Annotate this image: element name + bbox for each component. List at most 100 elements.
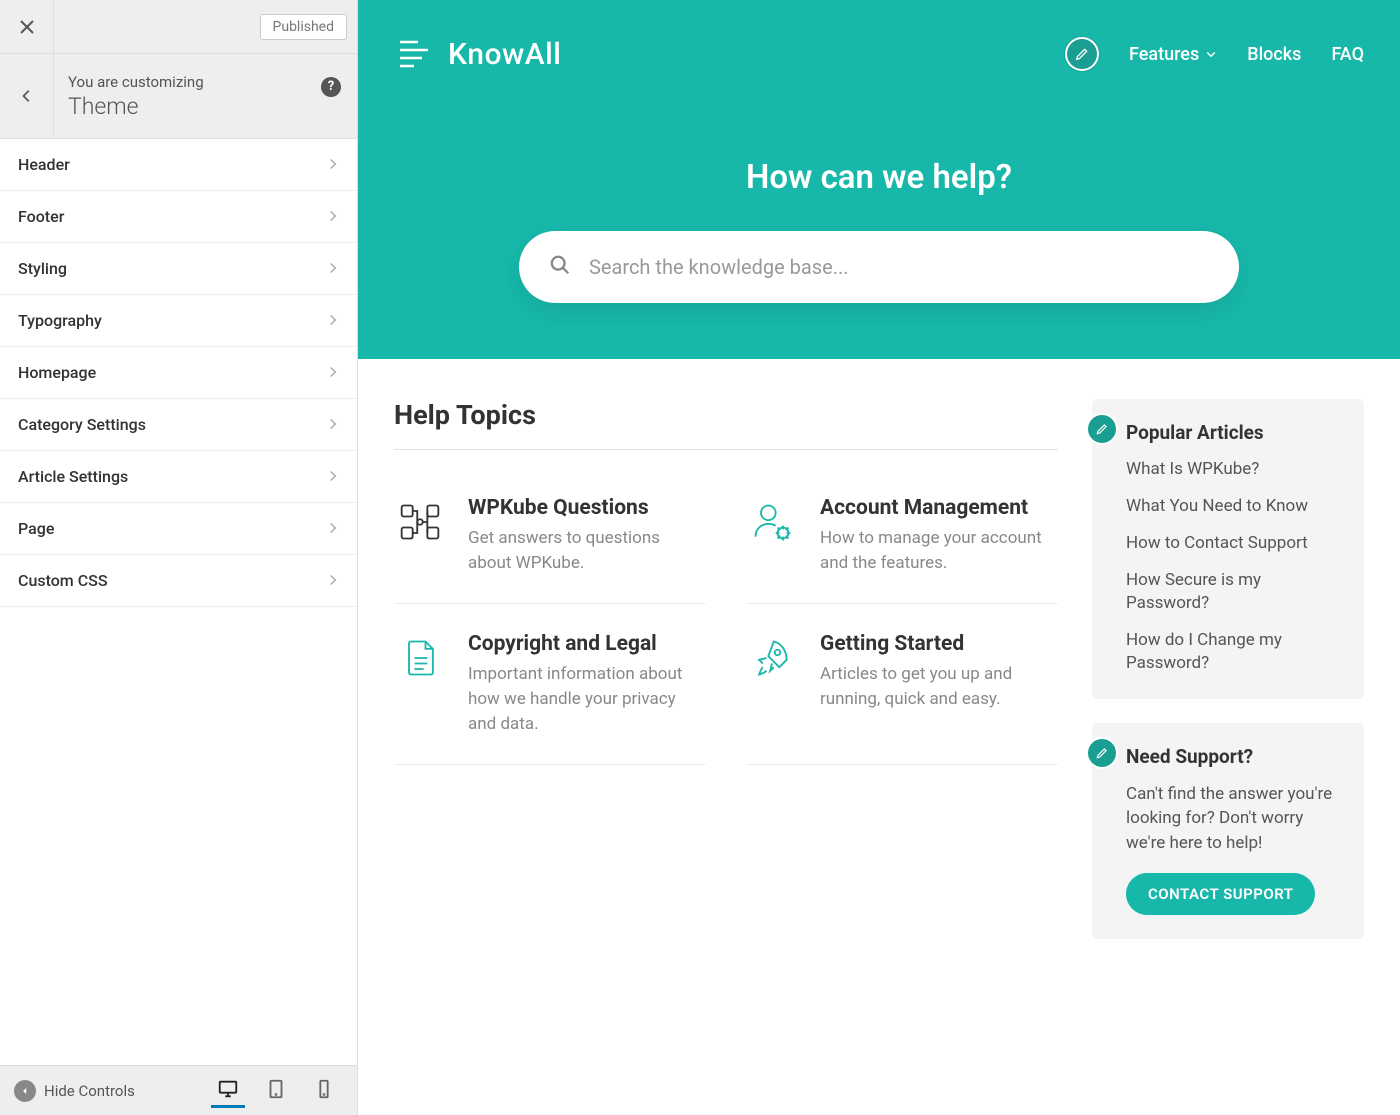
chevron-right-icon [327, 571, 339, 590]
close-button[interactable] [0, 0, 54, 54]
edit-shortcut-widget[interactable] [1086, 737, 1118, 769]
widget-need-support: Need Support? Can't find the answer you'… [1092, 723, 1364, 940]
topic-card[interactable]: Copyright and Legal Important informatio… [394, 604, 706, 765]
pencil-icon [1074, 46, 1090, 62]
chevron-right-icon [327, 467, 339, 486]
nav-link-label: Features [1129, 44, 1199, 65]
chevron-down-icon [1205, 44, 1217, 65]
sidebar-item-styling[interactable]: Styling [0, 243, 357, 295]
sidebar-context: You are customizing Theme ? [0, 54, 357, 139]
popular-item[interactable]: What Is WPKube? [1126, 458, 1342, 481]
popular-item[interactable]: What You Need to Know [1126, 495, 1342, 518]
hero-center: How can we help? [358, 158, 1400, 303]
topic-card[interactable]: Account Management How to manage your ac… [746, 468, 1058, 604]
widget-title: Popular Articles [1126, 421, 1342, 444]
hero: KnowAll Features Blocks FAQ How can we h… [358, 0, 1400, 359]
topic-desc: Get answers to questions about WPKube. [468, 526, 706, 575]
topic-card[interactable]: Getting Started Articles to get you up a… [746, 604, 1058, 765]
chevron-right-icon [327, 155, 339, 174]
search-input[interactable] [589, 255, 1209, 279]
widget-body: Can't find the answer you're looking for… [1126, 782, 1342, 856]
sidebar-item-label: Styling [18, 259, 67, 278]
nav-link-features[interactable]: Features [1129, 44, 1217, 65]
document-icon [394, 632, 446, 684]
sidebar-item-typography[interactable]: Typography [0, 295, 357, 347]
popular-list: What Is WPKube? What You Need to Know Ho… [1126, 458, 1342, 675]
edit-shortcut-widget[interactable] [1086, 413, 1118, 445]
hide-controls-button[interactable]: Hide Controls [8, 1076, 141, 1106]
mobile-icon [313, 1078, 335, 1100]
device-tablet-button[interactable] [259, 1074, 293, 1108]
topic-desc: Important information about how we handl… [468, 662, 706, 736]
chevron-left-icon [20, 89, 34, 103]
diagram-icon [394, 496, 446, 548]
device-desktop-button[interactable] [211, 1074, 245, 1108]
sidebar-item-label: Typography [18, 311, 102, 330]
sidebar-item-label: Page [18, 519, 54, 538]
brand-name: KnowAll [448, 37, 561, 72]
tablet-icon [265, 1078, 287, 1100]
widget-title: Need Support? [1126, 745, 1342, 768]
edit-shortcut-nav[interactable] [1065, 37, 1099, 71]
side-column: Popular Articles What Is WPKube? What Yo… [1092, 399, 1364, 963]
topic-desc: Articles to get you up and running, quic… [820, 662, 1058, 711]
topic-title: Getting Started [820, 632, 1058, 656]
hero-title: How can we help? [358, 158, 1400, 197]
topic-title: Account Management [820, 496, 1058, 520]
sidebar-item-page[interactable]: Page [0, 503, 357, 555]
user-gear-icon [746, 496, 798, 548]
help-button[interactable]: ? [321, 77, 341, 97]
nav-link-blocks[interactable]: Blocks [1247, 44, 1301, 65]
sidebar-item-header[interactable]: Header [0, 139, 357, 191]
sidebar-bottombar: Hide Controls [0, 1065, 357, 1115]
hide-controls-label: Hide Controls [44, 1082, 135, 1100]
content: Help Topics WPKube Questions Get answers… [358, 359, 1400, 963]
publish-state-badge[interactable]: Published [260, 14, 347, 40]
main-column: Help Topics WPKube Questions Get answers… [394, 399, 1058, 963]
topic-grid: WPKube Questions Get answers to question… [394, 468, 1058, 765]
popular-item[interactable]: How to Contact Support [1126, 532, 1342, 555]
collapse-left-icon [14, 1080, 36, 1102]
question-icon: ? [328, 79, 334, 94]
brand[interactable]: KnowAll [394, 34, 561, 74]
popular-item[interactable]: How Secure is my Password? [1126, 569, 1342, 615]
topic-card[interactable]: WPKube Questions Get answers to question… [394, 468, 706, 604]
sidebar-item-article-settings[interactable]: Article Settings [0, 451, 357, 503]
close-icon [19, 19, 35, 35]
nav-link-faq[interactable]: FAQ [1331, 44, 1364, 65]
desktop-icon [217, 1078, 239, 1100]
topic-title: Copyright and Legal [468, 632, 706, 656]
device-mobile-button[interactable] [307, 1074, 341, 1108]
search-bar[interactable] [519, 231, 1239, 303]
chevron-right-icon [327, 415, 339, 434]
sidebar-item-footer[interactable]: Footer [0, 191, 357, 243]
site-preview: KnowAll Features Blocks FAQ How can we h… [358, 0, 1400, 1115]
sidebar-item-homepage[interactable]: Homepage [0, 347, 357, 399]
nav-right: Features Blocks FAQ [1065, 37, 1364, 71]
sidebar-topbar: Published [0, 0, 357, 54]
popular-item[interactable]: How do I Change my Password? [1126, 629, 1342, 675]
panel-title: Theme [68, 93, 343, 120]
chevron-right-icon [327, 311, 339, 330]
sidebar-item-label: Footer [18, 207, 64, 226]
topic-desc: How to manage your account and the featu… [820, 526, 1058, 575]
customizer-sidebar: Published You are customizing Theme ? He… [0, 0, 358, 1115]
sidebar-item-label: Custom CSS [18, 571, 108, 590]
device-preview-switcher [211, 1074, 349, 1108]
contact-support-button[interactable]: CONTACT SUPPORT [1126, 873, 1315, 915]
chevron-right-icon [327, 259, 339, 278]
widget-popular-articles: Popular Articles What Is WPKube? What Yo… [1092, 399, 1364, 699]
brand-logo-icon [394, 34, 434, 74]
sidebar-item-category-settings[interactable]: Category Settings [0, 399, 357, 451]
chevron-right-icon [327, 207, 339, 226]
topic-title: WPKube Questions [468, 496, 706, 520]
pencil-icon [1095, 746, 1109, 760]
site-nav: KnowAll Features Blocks FAQ [358, 0, 1400, 74]
back-button[interactable] [0, 54, 54, 139]
search-icon [549, 254, 571, 280]
sidebar-item-label: Homepage [18, 363, 96, 382]
chevron-right-icon [327, 363, 339, 382]
sidebar-item-label: Header [18, 155, 70, 174]
rocket-icon [746, 632, 798, 684]
sidebar-item-custom-css[interactable]: Custom CSS [0, 555, 357, 607]
